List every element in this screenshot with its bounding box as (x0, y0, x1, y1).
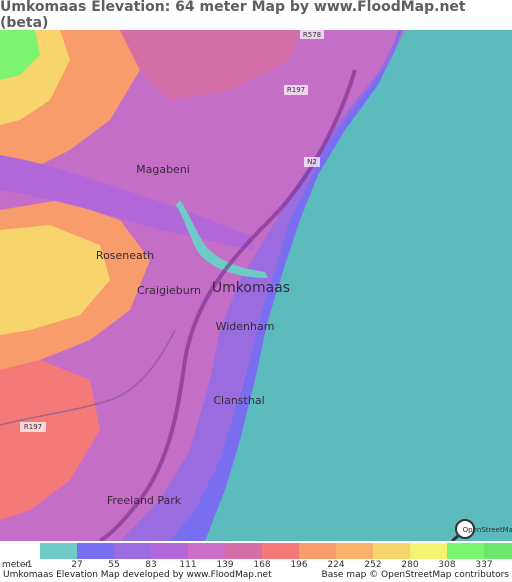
place-craigieburn[interactable]: Craigieburn (137, 284, 201, 297)
legend-label: 55 (108, 560, 120, 570)
place-umkomaas[interactable]: Umkomaas (212, 280, 290, 296)
legend-swatch (151, 543, 188, 559)
road-label-n2: N2 (304, 157, 320, 167)
elevation-map[interactable]: R578 R197 N2 R197 Magabeni Roseneath Cra… (0, 30, 512, 541)
place-widenham[interactable]: Widenham (216, 320, 275, 333)
svg-text:N2: N2 (307, 158, 317, 166)
legend-label: -1 (23, 560, 33, 570)
legend-label: 27 (71, 560, 83, 570)
legend-label: 280 (401, 560, 419, 570)
legend-swatch (225, 543, 262, 559)
legend-swatch (40, 543, 77, 559)
legend-swatch (373, 543, 410, 559)
legend-label: 337 (475, 560, 493, 570)
legend-swatch (262, 543, 299, 559)
legend-swatch (299, 543, 336, 559)
svg-text:R578: R578 (303, 31, 321, 39)
legend-label: 83 (145, 560, 157, 570)
footer-basemap-credit: Base map © OpenStreetMap contributors (321, 570, 509, 580)
svg-text:R197: R197 (24, 423, 42, 431)
legend-swatch (77, 543, 114, 559)
legend-swatch (188, 543, 225, 559)
legend-label: 111 (179, 560, 197, 570)
place-magabeni[interactable]: Magabeni (136, 163, 190, 176)
svg-text:OpenStreetMap: OpenStreetMap (463, 526, 512, 534)
svg-text:R197: R197 (287, 86, 305, 94)
legend-label: 139 (216, 560, 234, 570)
legend-swatch (447, 543, 484, 559)
footer: Umkomaas Elevation Map developed by www.… (0, 570, 512, 582)
place-clansthal[interactable]: Clansthal (213, 394, 264, 407)
legend-swatch (114, 543, 151, 559)
legend-swatch (336, 543, 373, 559)
legend-label: 224 (327, 560, 345, 570)
road-label-r197-south: R197 (20, 422, 46, 432)
page-title: Umkomaas Elevation: 64 meter Map by www.… (0, 0, 466, 31)
road-label-r197-north: R197 (284, 85, 308, 95)
legend-label: 308 (438, 560, 456, 570)
footer-credit: Umkomaas Elevation Map developed by www.… (3, 570, 272, 580)
legend-swatch (484, 543, 512, 559)
place-freeland-park[interactable]: Freeland Park (107, 494, 182, 507)
place-roseneath[interactable]: Roseneath (96, 249, 154, 262)
road-label-r578: R578 (300, 30, 324, 39)
elevation-legend: meter -1 27 55 83 111 139 168 196 224 252 280 308 33… (0, 541, 512, 570)
legend-swatch (410, 543, 447, 559)
legend-label: 196 (290, 560, 308, 570)
title-bar: Umkomaas Elevation: 64 meter Map by www.… (0, 0, 512, 31)
legend-label: 252 (364, 560, 382, 570)
legend-label: 168 (253, 560, 271, 570)
